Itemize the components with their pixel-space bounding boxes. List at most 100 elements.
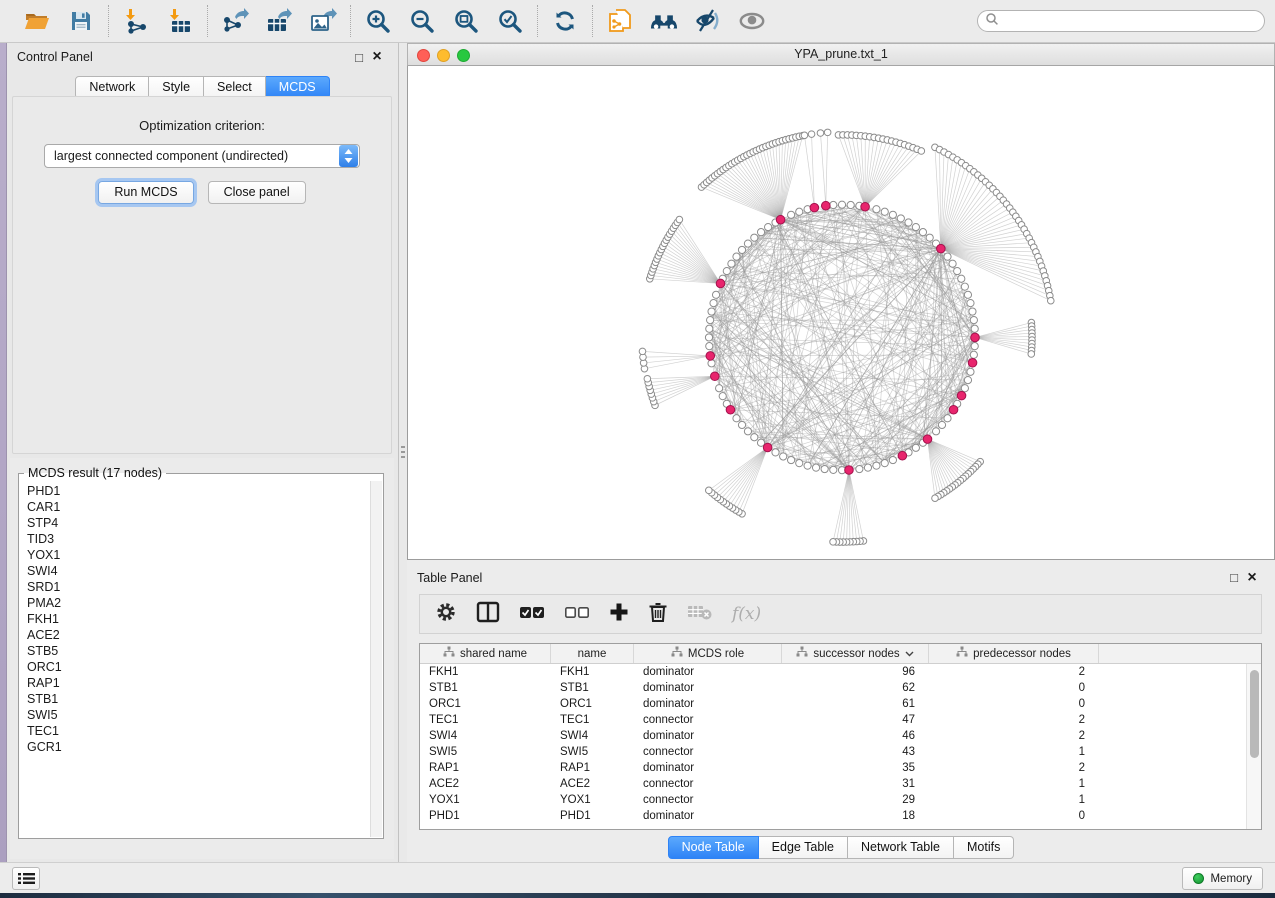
mcds-result-item[interactable]: ORC1 (27, 659, 370, 675)
network-node[interactable] (733, 415, 740, 422)
network-node[interactable] (765, 223, 772, 230)
cell-predecessor-nodes[interactable]: 2 (929, 760, 1099, 776)
mcds-hub-node[interactable] (957, 391, 966, 400)
clone-network-icon[interactable] (606, 7, 634, 35)
network-node[interactable] (912, 444, 919, 451)
float-table-panel-icon[interactable]: □ (1225, 570, 1243, 585)
network-node[interactable] (964, 291, 971, 298)
table-row[interactable]: YOX1YOX1connector291 (420, 792, 1246, 808)
mcds-hub-node[interactable] (949, 405, 958, 414)
save-session-icon[interactable] (67, 7, 95, 35)
network-node[interactable] (705, 334, 712, 341)
network-node[interactable] (706, 343, 713, 350)
tab-edge-table[interactable]: Edge Table (759, 836, 848, 859)
network-node[interactable] (708, 308, 715, 315)
table-row[interactable]: SWI4SWI4dominator462 (420, 728, 1246, 744)
mcds-result-item[interactable]: YOX1 (27, 547, 370, 563)
network-node[interactable] (716, 385, 723, 392)
close-table-panel-icon[interactable]: × (1243, 569, 1261, 587)
mcds-result-item[interactable]: RAP1 (27, 675, 370, 691)
network-node[interactable] (949, 260, 956, 267)
table-row[interactable]: STB1STB1dominator620 (420, 680, 1246, 696)
import-network-icon[interactable] (122, 7, 150, 35)
cell-predecessor-nodes[interactable]: 2 (929, 664, 1099, 680)
cell-predecessor-nodes[interactable]: 1 (929, 776, 1099, 792)
network-node[interactable] (964, 377, 971, 384)
float-panel-icon[interactable]: □ (350, 50, 368, 65)
optimization-criterion-select[interactable]: largest connected component (undirected) (44, 144, 360, 168)
cell-predecessor-nodes[interactable]: 0 (929, 680, 1099, 696)
mcds-hub-node[interactable] (776, 215, 785, 224)
cell-successor-nodes[interactable]: 35 (782, 760, 929, 776)
memory-button[interactable]: Memory (1182, 867, 1263, 890)
cell-name[interactable]: ACE2 (551, 776, 634, 792)
window-zoom-icon[interactable] (457, 49, 470, 62)
cell-successor-nodes[interactable]: 46 (782, 728, 929, 744)
show-panel-icon[interactable] (738, 7, 766, 35)
zoom-selected-icon[interactable] (496, 7, 524, 35)
vertical-splitter[interactable] (399, 43, 407, 862)
network-node[interactable] (796, 208, 803, 215)
mcds-result-item[interactable]: FKH1 (27, 611, 370, 627)
cell-predecessor-nodes[interactable]: 0 (929, 696, 1099, 712)
network-node[interactable] (881, 460, 888, 467)
network-node[interactable] (719, 393, 726, 400)
network-node[interactable] (708, 360, 715, 367)
select-all-icon[interactable] (519, 605, 545, 624)
network-node[interactable] (728, 260, 735, 267)
network-window-titlebar[interactable]: YPA_prune.txt_1 (407, 43, 1275, 66)
zoom-out-icon[interactable] (408, 7, 436, 35)
mcds-result-item[interactable]: PHD1 (27, 483, 370, 499)
cell-shared-name[interactable]: PHD1 (420, 808, 551, 824)
cell-name[interactable]: RAP1 (551, 760, 634, 776)
window-close-icon[interactable] (417, 49, 430, 62)
column-header-shared-name[interactable]: shared name (420, 644, 551, 663)
cell-name[interactable]: ORC1 (551, 696, 634, 712)
mcds-result-item[interactable]: TID3 (27, 531, 370, 547)
network-node[interactable] (830, 201, 837, 208)
gear-icon[interactable] (435, 601, 457, 628)
network-node[interactable] (801, 132, 808, 139)
network-node[interactable] (1028, 351, 1035, 358)
network-node[interactable] (958, 275, 965, 282)
mcds-hub-node[interactable] (861, 202, 870, 211)
network-node[interactable] (971, 325, 978, 332)
cell-shared-name[interactable]: TEC1 (420, 712, 551, 728)
export-network-icon[interactable] (221, 7, 249, 35)
network-node[interactable] (817, 130, 824, 137)
network-node[interactable] (838, 201, 845, 208)
run-mcds-button[interactable]: Run MCDS (98, 181, 193, 204)
open-session-icon[interactable] (23, 7, 51, 35)
network-node[interactable] (856, 465, 863, 472)
export-table-icon[interactable] (265, 7, 293, 35)
network-node[interactable] (830, 539, 837, 546)
mcds-result-item[interactable]: CAR1 (27, 499, 370, 515)
cell-MCDS-role[interactable]: connector (634, 712, 782, 728)
cell-name[interactable]: SWI5 (551, 744, 634, 760)
cell-shared-name[interactable]: RAP1 (420, 760, 551, 776)
cell-shared-name[interactable]: SWI5 (420, 744, 551, 760)
network-canvas[interactable] (407, 66, 1275, 560)
network-node[interactable] (932, 495, 939, 502)
network-node[interactable] (830, 466, 837, 473)
cell-name[interactable]: TEC1 (551, 712, 634, 728)
close-panel-icon[interactable]: × (368, 48, 386, 66)
network-node[interactable] (751, 234, 758, 241)
table-row[interactable]: FKH1FKH1dominator962 (420, 664, 1246, 680)
network-node[interactable] (707, 317, 714, 324)
tab-motifs[interactable]: Motifs (954, 836, 1014, 859)
mcds-hub-node[interactable] (711, 372, 720, 381)
network-node[interactable] (918, 148, 925, 155)
mcds-result-item[interactable]: SRD1 (27, 579, 370, 595)
mcds-result-item[interactable]: SWI5 (27, 707, 370, 723)
network-node[interactable] (847, 201, 854, 208)
network-node[interactable] (788, 211, 795, 218)
hide-panel-icon[interactable] (694, 7, 722, 35)
window-minimize-icon[interactable] (437, 49, 450, 62)
network-node[interactable] (706, 325, 713, 332)
cell-predecessor-nodes[interactable]: 2 (929, 728, 1099, 744)
network-node[interactable] (804, 462, 811, 469)
tab-network-table[interactable]: Network Table (848, 836, 954, 859)
network-node[interactable] (969, 308, 976, 315)
network-node[interactable] (1047, 297, 1054, 304)
